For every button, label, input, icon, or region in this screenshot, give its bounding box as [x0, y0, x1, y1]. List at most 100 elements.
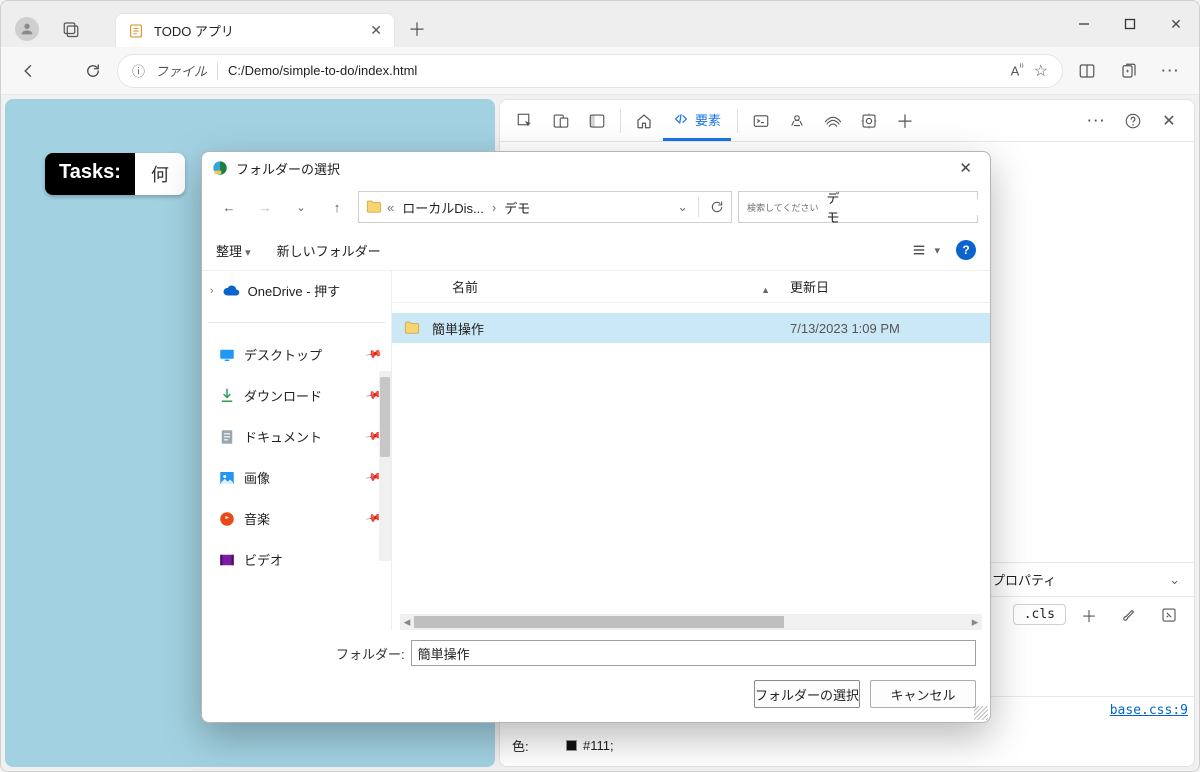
sources-tab-icon[interactable]	[780, 104, 814, 138]
computed-toggle-icon[interactable]	[1152, 598, 1186, 632]
folder-picker-dialog: フォルダーの選択 ✕ ← → ⌄ ↑ « ローカルDis... › デモ ⌄ 検…	[201, 151, 991, 723]
horizontal-scrollbar[interactable]: ◂ ▸	[400, 614, 982, 630]
nav-recent-button[interactable]: ⌄	[286, 192, 316, 222]
scroll-right-icon[interactable]: ▸	[968, 614, 982, 630]
nav-item-onedrive[interactable]: › OneDrive - 押す	[208, 277, 385, 304]
organize-menu[interactable]: 整理 ▾	[216, 241, 251, 260]
dialog-footer: フォルダー: フォルダーの選択 キャンセル	[202, 630, 990, 722]
cls-toggle[interactable]: .cls	[1013, 604, 1066, 625]
new-style-rule-icon[interactable]: ＋	[1072, 598, 1106, 632]
split-screen-icon[interactable]	[1069, 53, 1105, 89]
network-tab-icon[interactable]	[816, 104, 850, 138]
dialog-toolbar: 整理 ▾ 新しいフォルダー ▾ ?	[202, 230, 990, 270]
refresh-button[interactable]	[75, 53, 111, 89]
maximize-button[interactable]	[1107, 1, 1153, 47]
resize-grip[interactable]	[974, 706, 988, 720]
column-date[interactable]: 更新日	[790, 277, 990, 296]
properties-panel-header[interactable]: プロパティ ⌄	[978, 562, 1194, 596]
collections-icon[interactable]	[1111, 53, 1147, 89]
list-header: 名前 ▲ 更新日	[392, 271, 990, 303]
tab-title: TODO アプリ	[154, 21, 234, 40]
folder-icon	[392, 319, 432, 337]
desktop-icon	[218, 346, 236, 364]
new-tab-button[interactable]: ＋	[401, 13, 433, 45]
column-name[interactable]: 名前 ▲	[392, 277, 790, 296]
console-tab-icon[interactable]	[744, 104, 778, 138]
address-bar[interactable]: ⓘ ファイル C:/Demo/simple-to-do/index.html A…	[117, 54, 1063, 88]
browser-tab[interactable]: TODO アプリ ✕	[115, 13, 395, 47]
tab-actions-icon[interactable]	[53, 11, 89, 47]
list-icon	[910, 241, 928, 259]
nav-item-videos[interactable]: ビデオ	[214, 546, 385, 573]
favorites-icon[interactable]: ☆	[1034, 61, 1048, 81]
nav-scrollbar[interactable]	[379, 371, 391, 561]
view-menu[interactable]: ▾	[910, 241, 940, 259]
cancel-button[interactable]: キャンセル	[870, 680, 976, 708]
close-window-button[interactable]: ✕	[1153, 1, 1199, 47]
select-folder-button[interactable]: フォルダーの選択	[754, 680, 860, 708]
nav-up-button[interactable]: ↑	[322, 192, 352, 222]
titlebar: TODO アプリ ✕ ＋ ✕	[1, 1, 1199, 47]
nav-item-pictures[interactable]: 画像📌	[214, 464, 385, 491]
performance-tab-icon[interactable]	[852, 104, 886, 138]
inspect-icon[interactable]	[508, 104, 542, 138]
breadcrumb-overflow-icon[interactable]: «	[387, 200, 394, 215]
search-input[interactable]	[847, 199, 991, 215]
breadcrumb-bar[interactable]: « ローカルDis... › デモ ⌄	[358, 191, 732, 223]
person-icon	[19, 21, 35, 37]
browser-menu-icon[interactable]: ···	[1153, 53, 1189, 89]
breadcrumb-item[interactable]: ローカルDis...	[398, 198, 488, 217]
dialog-nav-row: ← → ⌄ ↑ « ローカルDis... › デモ ⌄ 検索してください デモ	[202, 184, 990, 230]
nav-item-downloads[interactable]: ダウンロード📌	[214, 382, 385, 409]
scroll-left-icon[interactable]: ◂	[400, 614, 414, 630]
tasks-label: Tasks:	[45, 153, 135, 195]
device-toggle-icon[interactable]	[544, 104, 578, 138]
tasks-badge: Tasks: 何	[45, 153, 185, 195]
url-text: C:/Demo/simple-to-do/index.html	[228, 63, 1001, 78]
pictures-icon	[218, 469, 236, 487]
scheme-label: ファイル	[155, 61, 207, 80]
folder-name-input[interactable]	[411, 640, 976, 666]
document-icon	[218, 428, 236, 446]
nav-forward-button[interactable]: →	[250, 192, 280, 222]
devtools-help-icon[interactable]	[1116, 104, 1150, 138]
tab-strip: TODO アプリ ✕ ＋	[97, 1, 433, 47]
nav-back-button[interactable]: ←	[214, 192, 244, 222]
folder-icon	[365, 198, 383, 216]
download-icon	[218, 387, 236, 405]
devtools-close-icon[interactable]: ✕	[1152, 104, 1186, 138]
nav-item-documents[interactable]: ドキュメント📌	[214, 423, 385, 450]
style-prop-row[interactable]: 色: #111;	[512, 730, 1194, 760]
nav-item-desktop[interactable]: デスクトップ📌	[214, 341, 385, 368]
dialog-close-button[interactable]: ✕	[951, 155, 980, 181]
elements-tab[interactable]: 要素	[663, 101, 731, 141]
devtools-toolbar: 要素 ＋ ··· ✕	[500, 100, 1194, 142]
minimize-button[interactable]	[1061, 1, 1107, 47]
paint-brush-icon[interactable]	[1112, 598, 1146, 632]
back-button[interactable]	[11, 53, 47, 89]
app-icon	[212, 160, 228, 176]
favicon-icon	[128, 23, 144, 39]
nav-item-music[interactable]: 音楽📌	[214, 505, 385, 532]
refresh-folder-button[interactable]	[709, 199, 725, 215]
help-button[interactable]: ?	[956, 240, 976, 260]
read-aloud-icon[interactable]: A⁾⁾	[1011, 62, 1024, 78]
chevron-right-icon: ›	[492, 200, 496, 215]
color-swatch-icon[interactable]	[566, 740, 577, 751]
tab-close-icon[interactable]: ✕	[370, 22, 382, 39]
list-body[interactable]: 簡単操作 7/13/2023 1:09 PM	[392, 303, 990, 614]
breadcrumb-item[interactable]: デモ	[500, 198, 534, 217]
more-tabs-icon[interactable]: ＋	[888, 104, 922, 138]
search-scope: デモ	[826, 188, 839, 226]
site-info-icon[interactable]: ⓘ	[132, 61, 145, 80]
breadcrumb-dropdown-icon[interactable]: ⌄	[677, 199, 688, 215]
search-box[interactable]: 検索してください デモ	[738, 191, 978, 223]
welcome-tab-icon[interactable]	[627, 104, 661, 138]
chevron-down-icon: ⌄	[1169, 572, 1180, 588]
profile-avatar[interactable]	[15, 17, 39, 41]
devtools-more-icon[interactable]: ···	[1080, 104, 1114, 138]
dock-side-icon[interactable]	[580, 104, 614, 138]
new-folder-button[interactable]: 新しいフォルダー	[277, 241, 381, 260]
table-row[interactable]: 簡単操作 7/13/2023 1:09 PM	[392, 313, 990, 343]
file-list-pane: 名前 ▲ 更新日 簡単操作 7/13/2023 1:09 PM ◂ ▸	[392, 271, 990, 630]
